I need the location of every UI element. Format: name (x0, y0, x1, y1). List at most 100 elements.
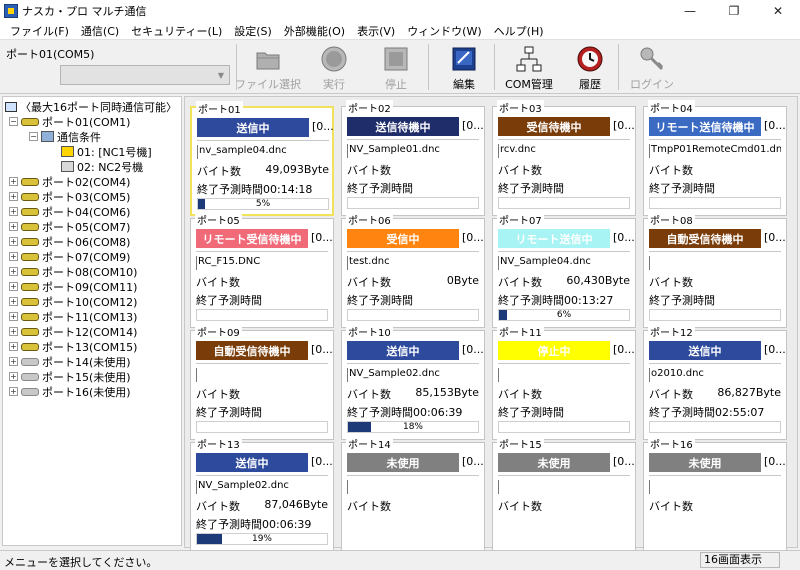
eta-label: 終了予測時間 (196, 518, 262, 530)
tree-item-label: ポート11(COM13) (42, 310, 138, 324)
port-panel[interactable]: ポート09 自動受信待機中 [0... バイト数 終了予測時間 (190, 324, 334, 440)
expand-icon[interactable]: + (9, 297, 18, 306)
eta-label: 終了予測時間 (347, 182, 413, 194)
tree-item-comm-condition[interactable]: − 通信条件 (29, 129, 101, 144)
cnc-field: [0... (613, 119, 635, 132)
menu-security[interactable]: セキュリティー(L) (125, 23, 228, 39)
expand-icon[interactable]: + (9, 192, 18, 201)
menu-window[interactable]: ウィンドウ(W) (401, 23, 487, 39)
tree-item-port04[interactable]: + ポート04(COM6) (9, 204, 130, 219)
edit-button[interactable]: 編集 (444, 44, 484, 92)
eta-row: 終了予測時間00:13:27 (498, 292, 632, 306)
tree-item-cnc2[interactable]: 02: NC2号機 (61, 159, 143, 174)
tree-item-port11[interactable]: + ポート11(COM13) (9, 309, 137, 324)
divider (197, 140, 329, 141)
tree-item-port10[interactable]: + ポート10(COM12) (9, 294, 137, 309)
divider (649, 475, 781, 476)
eta-label: 終了予測時間 (498, 182, 564, 194)
collapse-icon[interactable]: − (29, 132, 38, 141)
expand-icon[interactable]: + (9, 282, 18, 291)
tree-item-port13[interactable]: + ポート13(COM15) (9, 339, 137, 354)
expand-icon[interactable]: + (9, 267, 18, 276)
port-panel[interactable]: ポート06 受信中 [0... test.dnc バイト数 0Byte 終了予測時間 (341, 212, 485, 328)
tree-root[interactable]: 〈最大16ポート同時通信可能〉 (5, 99, 177, 114)
port-panel[interactable]: ポート10 送信中 [0... NV_Sample02.dnc バイト数 85,153By… (341, 324, 485, 440)
file-select-button[interactable]: ファイル選択 (235, 44, 301, 92)
tree-item-port06[interactable]: + ポート06(COM8) (9, 234, 130, 249)
menu-view[interactable]: 表示(V) (351, 23, 401, 39)
cnc-field: [0... (462, 343, 484, 356)
port-select[interactable]: ▼ (60, 65, 230, 85)
expand-icon[interactable]: + (9, 327, 18, 336)
history-button[interactable]: 履歴 (572, 44, 608, 92)
expand-icon[interactable]: + (9, 387, 18, 396)
tree-item-port15[interactable]: + ポート15(未使用) (9, 369, 131, 384)
stop-button[interactable]: 停止 (376, 44, 416, 92)
status-badge: 停止中 (498, 341, 610, 360)
tree-item-port09[interactable]: + ポート09(COM11) (9, 279, 137, 294)
port-panel[interactable]: ポート02 送信待機中 [0... NV_Sample01.dnc バイト数 終了予測時間 (341, 100, 485, 216)
port-panel[interactable]: ポート13 送信中 [0... NV_Sample02.dnc バイト数 87,046By… (190, 436, 334, 552)
maximize-icon[interactable]: ❐ (712, 0, 756, 22)
machine-icon (61, 161, 74, 172)
bytes-row: バイト数 (347, 162, 479, 177)
eta-row: 終了予測時間 (347, 180, 481, 194)
menu-help[interactable]: ヘルプ(H) (488, 23, 550, 39)
menu-external[interactable]: 外部機能(O) (278, 23, 351, 39)
collapse-icon[interactable]: − (9, 117, 18, 126)
file-name: rcv.dnc (498, 144, 630, 158)
expand-icon[interactable]: + (9, 342, 18, 351)
port-panel[interactable]: ポート03 受信待機中 [0... rcv.dnc バイト数 終了予測時間 (492, 100, 636, 216)
port-panel[interactable]: ポート11 停止中 [0... バイト数 終了予測時間 (492, 324, 636, 440)
port-panel[interactable]: ポート15 未使用 [0... バイト数 (492, 436, 636, 552)
expand-icon[interactable]: + (9, 237, 18, 246)
expand-icon[interactable]: + (9, 357, 18, 366)
port-panel[interactable]: ポート07 リモート送信中 [0... NV_Sample04.dnc バイト数 60,4… (492, 212, 636, 328)
minimize-icon[interactable]: — (668, 0, 712, 22)
menu-file[interactable]: ファイル(F) (4, 23, 75, 39)
divider (347, 475, 479, 476)
progress-text: 19% (251, 534, 272, 544)
tree-item-port08[interactable]: + ポート08(COM10) (9, 264, 137, 279)
window-title: ナスカ・プロ マルチ通信 (22, 5, 147, 18)
tree-item-port03[interactable]: + ポート03(COM5) (9, 189, 130, 204)
eta-label: 終了予測時間 (498, 406, 564, 418)
com-manage-button[interactable]: COM管理 (502, 44, 556, 92)
eta-label: 終了予測時間 (196, 294, 262, 306)
file-name (347, 480, 479, 494)
eta-row: 終了予測時間00:06:39 (347, 404, 481, 418)
port-panel[interactable]: ポート04 リモート送信待機中 [0... TmpP01RemoteCmd01.dnc… (643, 100, 787, 216)
tree-item-port07[interactable]: + ポート07(COM9) (9, 249, 130, 264)
expand-icon[interactable]: + (9, 207, 18, 216)
expand-icon[interactable]: + (9, 177, 18, 186)
menu-settings[interactable]: 設定(S) (228, 23, 278, 39)
port-panel[interactable]: ポート14 未使用 [0... バイト数 (341, 436, 485, 552)
login-button[interactable]: ログイン (630, 44, 674, 92)
menu-communication[interactable]: 通信(C) (75, 23, 125, 39)
progress-bar (347, 197, 479, 209)
tree-item-port16[interactable]: + ポート16(未使用) (9, 384, 131, 399)
tree-item-port01[interactable]: − ポート01(COM1) (9, 114, 130, 129)
expand-icon[interactable]: + (9, 312, 18, 321)
tree-item-port02[interactable]: + ポート02(COM4) (9, 174, 130, 189)
close-icon[interactable]: ✕ (756, 0, 800, 22)
expand-icon[interactable]: + (9, 252, 18, 261)
port-panel[interactable]: ポート08 自動受信待機中 [0... バイト数 終了予測時間 (643, 212, 787, 328)
toolbar: ポート01(COM5) ▼ ファイル選択 実行 停止 編集 COM管理 履歴 ロ… (0, 40, 800, 94)
expand-icon[interactable]: + (9, 222, 18, 231)
tree-item-port14[interactable]: + ポート14(未使用) (9, 354, 131, 369)
tree-item-port12[interactable]: + ポート12(COM14) (9, 324, 137, 339)
port-panel[interactable]: ポート16 未使用 [0... バイト数 (643, 436, 787, 552)
port-panel[interactable]: ポート05 リモート受信待機中 [0... RC_F15.DNC バイト数 終了予測時間 (190, 212, 334, 328)
eta-value: 00:06:39 (262, 518, 312, 530)
port-panel[interactable]: ポート01 送信中 [0... nv_sample04.dnc バイト数 49,093By… (190, 101, 334, 216)
eta-row: 終了予測時間 (649, 180, 783, 194)
tree-item-port05[interactable]: + ポート05(COM7) (9, 219, 130, 234)
eta-row: 終了予測時間 (196, 404, 330, 418)
port-panel[interactable]: ポート12 送信中 [0... o2010.dnc バイト数 86,827Byte 終了予測… (643, 324, 787, 440)
divider (498, 251, 630, 252)
expand-icon[interactable]: + (9, 372, 18, 381)
start-button[interactable]: 実行 (314, 44, 354, 92)
tree-item-cnc1[interactable]: 01: [NC1号機] (61, 144, 152, 159)
bytes-label: バイト数 (498, 388, 542, 401)
